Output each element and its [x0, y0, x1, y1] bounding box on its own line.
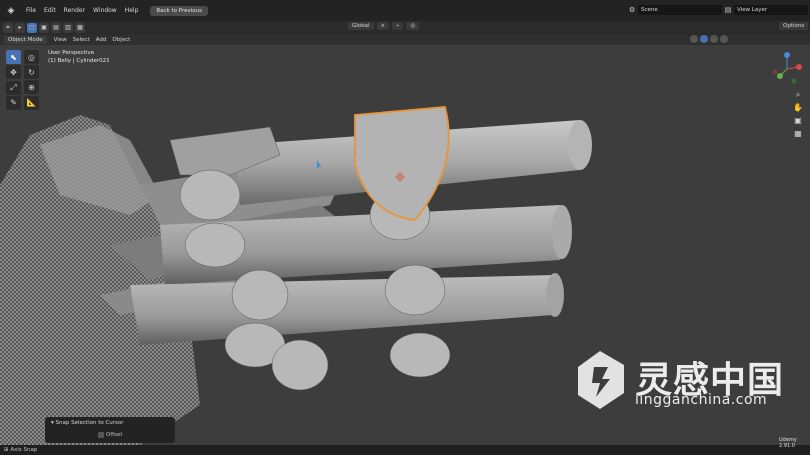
- menu-view[interactable]: View: [51, 37, 70, 43]
- rendered-shading-icon[interactable]: [720, 35, 728, 43]
- menu-edit[interactable]: Edit: [40, 7, 60, 14]
- watermark-url-text: lingganchina.com: [635, 392, 768, 408]
- scene-name-field[interactable]: Scene: [638, 5, 722, 15]
- view-layer-icon: ▤: [724, 6, 732, 14]
- viewport-nav-icons: ⌕ ✋ ▣ ▦: [792, 89, 804, 141]
- select-invert-icon[interactable]: ▥: [63, 23, 73, 33]
- menu-file[interactable]: File: [22, 7, 40, 14]
- main-menu: File Edit Render Window Help: [22, 7, 142, 14]
- scale-tool-icon[interactable]: ⤢: [6, 80, 21, 95]
- udemy-badge: Udemy 2.91.0: [779, 437, 797, 449]
- measure-tool-icon[interactable]: 📐: [23, 95, 39, 110]
- solid-shading-icon[interactable]: [700, 35, 708, 43]
- rotate-tool-icon[interactable]: ↻: [23, 65, 39, 79]
- scene-selector[interactable]: ⚙ Scene: [626, 4, 722, 16]
- transform-orientation-dropdown[interactable]: Global: [348, 22, 374, 30]
- camera-icon[interactable]: ▣: [792, 115, 804, 127]
- navigation-gizmo[interactable]: [768, 50, 806, 88]
- wireframe-shading-icon[interactable]: [690, 35, 698, 43]
- blender-logo-icon[interactable]: ◈: [4, 4, 18, 18]
- editor-type-icon[interactable]: ⌗: [3, 23, 13, 33]
- menu-select[interactable]: Select: [70, 37, 93, 43]
- offset-label: Offset: [106, 432, 123, 438]
- select-tool-icon[interactable]: ▸: [15, 23, 25, 33]
- scene-icon: ⚙: [628, 6, 636, 14]
- annotate-tool-icon[interactable]: ✎: [6, 95, 21, 110]
- object-info-label: (1) Belly | Cylinder021: [48, 58, 110, 64]
- watermark-logo-icon: [578, 351, 624, 409]
- proportional-editing-icon[interactable]: ◎: [406, 22, 420, 30]
- back-to-previous-button[interactable]: Back to Previous: [150, 5, 209, 16]
- menu-help[interactable]: Help: [121, 7, 143, 14]
- top-bar: ◈ File Edit Render Window Help Back to P…: [0, 0, 810, 21]
- pan-hand-icon[interactable]: ✋: [792, 102, 804, 114]
- menu-add[interactable]: Add: [93, 37, 110, 43]
- pivot-point-icon[interactable]: ⨯: [376, 22, 390, 30]
- object-mode-dropdown[interactable]: Object Mode: [4, 36, 47, 44]
- menu-render[interactable]: Render: [60, 7, 89, 14]
- select-intersect-icon[interactable]: ▦: [75, 23, 85, 33]
- snap-icon[interactable]: ⌁: [392, 22, 404, 30]
- tool-settings-bar: ⌗ ▸ ▢ ▣ ▤ ▥ ▦ Global ⨯ ⌁ ◎ Options: [0, 21, 810, 35]
- viewport-info: User Perspective (1) Belly | Cylinder021: [48, 49, 110, 65]
- material-shading-icon[interactable]: [710, 35, 718, 43]
- select-subtract-icon[interactable]: ▤: [51, 23, 61, 33]
- view-layer-name-field[interactable]: View Layer: [734, 5, 808, 15]
- udemy-version: 2.91.0: [779, 443, 795, 449]
- 3d-viewport[interactable]: User Perspective (1) Belly | Cylinder021…: [0, 45, 810, 445]
- move-tool-icon[interactable]: ✥: [6, 65, 21, 79]
- zoom-icon[interactable]: ⌕: [792, 89, 804, 101]
- perspective-label: User Perspective: [48, 50, 95, 56]
- menu-object[interactable]: Object: [109, 37, 133, 43]
- grid-icon[interactable]: ▦: [792, 128, 804, 140]
- select-new-icon[interactable]: ▢: [27, 23, 37, 33]
- toolbox: ⬉ ◎ ✥ ↻ ⤢ ⊕ ✎ 📐: [5, 49, 41, 110]
- view-layer-selector[interactable]: ▤ View Layer: [722, 4, 808, 16]
- redo-panel-title[interactable]: ▾ Snap Selection to Cursor: [51, 420, 124, 426]
- menu-window[interactable]: Window: [89, 7, 121, 14]
- offset-checkbox[interactable]: Offset: [98, 432, 123, 438]
- status-axis-snap: ⊞ Axis Snap: [4, 447, 38, 453]
- transform-tool-icon[interactable]: ⊕: [23, 80, 39, 94]
- redo-last-panel[interactable]: ▾ Snap Selection to Cursor Offset: [45, 417, 175, 443]
- status-bar: ⊞ Axis Snap: [0, 445, 810, 455]
- select-extend-icon[interactable]: ▣: [39, 23, 49, 33]
- viewport-header: Object Mode View Select Add Object: [0, 35, 810, 45]
- watermark: 灵感中国 lingganchina.com: [572, 349, 784, 413]
- select-box-tool-icon[interactable]: ⬉: [6, 50, 21, 64]
- options-dropdown[interactable]: Options: [779, 22, 809, 30]
- cursor-tool-icon[interactable]: ◎: [23, 50, 39, 64]
- checkbox-icon[interactable]: [98, 432, 104, 438]
